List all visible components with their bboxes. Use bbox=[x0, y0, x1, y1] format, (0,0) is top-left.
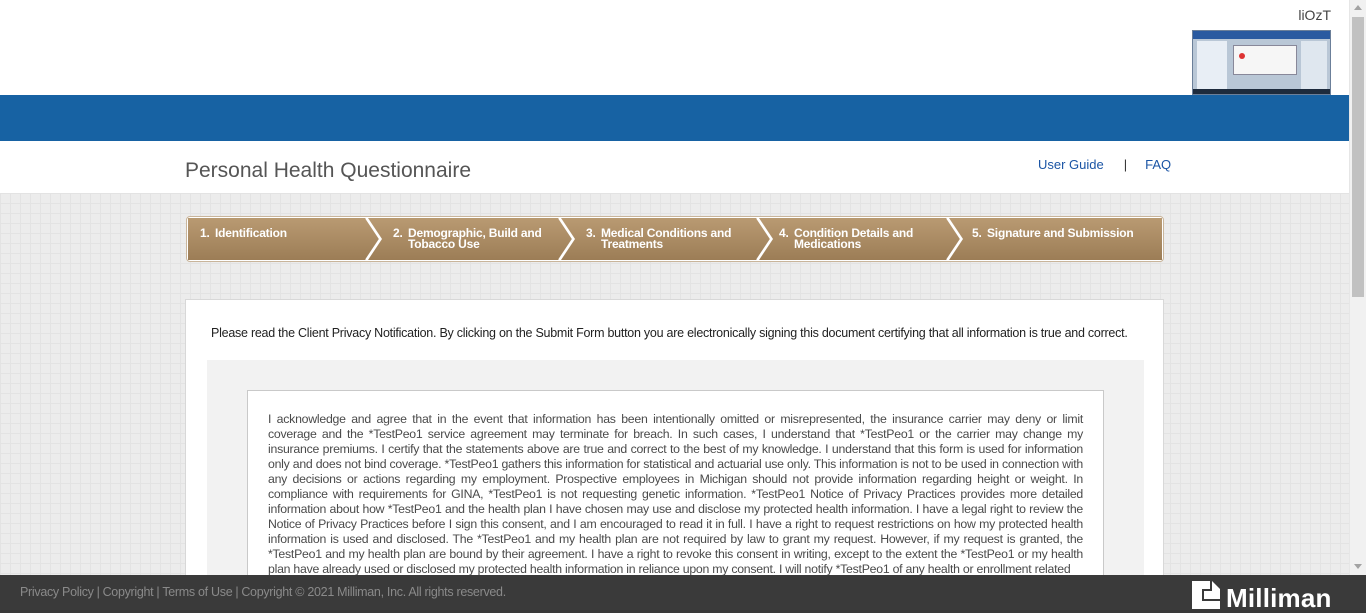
brand-bar bbox=[0, 95, 1349, 141]
privacy-notice-text: Please read the Client Privacy Notificat… bbox=[211, 326, 1128, 340]
privacy-policy-link[interactable]: Privacy Policy bbox=[20, 585, 94, 599]
footer: Privacy Policy | Copyright | Terms of Use | Co… bbox=[0, 575, 1366, 613]
help-links: User Guide | FAQ bbox=[1038, 157, 1171, 172]
milliman-logo-icon bbox=[1192, 581, 1220, 609]
milliman-logo-text: Milliman bbox=[1226, 583, 1332, 613]
page-title: Personal Health Questionnaire bbox=[185, 159, 472, 182]
legal-panel: I acknowledge and agree that in the even… bbox=[207, 360, 1144, 590]
copyright-link[interactable]: Copyright bbox=[103, 585, 154, 599]
vertical-scrollbar[interactable] bbox=[1349, 0, 1366, 575]
legal-textbox[interactable]: I acknowledge and agree that in the even… bbox=[247, 390, 1104, 590]
link-separator: | bbox=[1123, 157, 1128, 172]
username-label[interactable]: liOzT bbox=[1298, 7, 1331, 23]
top-header: liOzT bbox=[0, 0, 1349, 95]
terms-of-use-link[interactable]: Terms of Use bbox=[162, 585, 232, 599]
screenshot-thumbnail-icon bbox=[1192, 30, 1331, 95]
legal-text: I acknowledge and agree that in the even… bbox=[268, 412, 1083, 576]
faq-link[interactable]: FAQ bbox=[1145, 157, 1171, 172]
scroll-up-icon[interactable] bbox=[1354, 5, 1362, 10]
scroll-down-icon[interactable] bbox=[1354, 564, 1362, 569]
footer-links: Privacy Policy | Copyright | Terms of Use | Co… bbox=[20, 585, 506, 599]
progress-steps: 1. Identification 2. Demographic, Build an… bbox=[186, 216, 1164, 262]
scroll-thumb[interactable] bbox=[1352, 17, 1364, 297]
copyright-text: Copyright © 2021 Milliman, Inc. All righ… bbox=[241, 585, 506, 599]
title-bar: Personal Health Questionnaire User Guide… bbox=[0, 141, 1349, 193]
signature-card: Please read the Client Privacy Notificat… bbox=[185, 299, 1164, 590]
user-guide-link[interactable]: User Guide bbox=[1038, 157, 1104, 172]
